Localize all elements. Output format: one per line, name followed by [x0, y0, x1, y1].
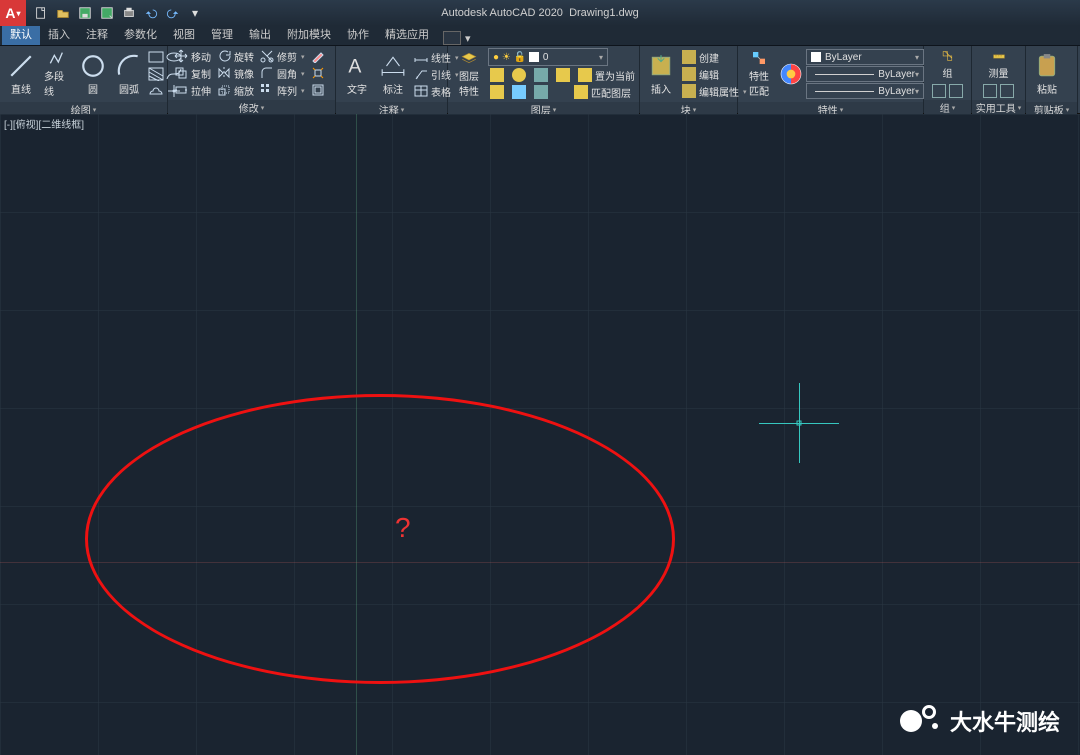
- tab-collab[interactable]: 协作: [339, 23, 377, 45]
- qat-new-icon[interactable]: [32, 4, 50, 22]
- linetype-dropdown[interactable]: ByLayer: [806, 83, 924, 99]
- match-layer-button[interactable]: 匹配图层: [572, 84, 633, 100]
- color-dropdown[interactable]: ByLayer: [806, 49, 924, 65]
- panel-block: 插入 创建 编辑 编辑属性 块: [640, 46, 738, 113]
- panel-utilities: 测量 实用工具: [972, 46, 1026, 113]
- ribbon-tabs: 默认 插入 注释 参数化 视图 管理 输出 附加模块 协作 精选应用 ▾: [0, 26, 1080, 46]
- arc-button[interactable]: 圆弧: [112, 48, 146, 100]
- qat-more-icon[interactable]: ▾: [186, 4, 204, 22]
- tab-annotate[interactable]: 注释: [78, 23, 116, 45]
- tab-insert[interactable]: 插入: [40, 23, 78, 45]
- title-bar: A ▾ Autodesk AutoCAD 2020 Drawing1.dwg: [0, 0, 1080, 26]
- panel-draw: 直线 多段线 圆 圆弧 绘图: [0, 46, 168, 113]
- qat-undo-icon[interactable]: [142, 4, 160, 22]
- select-icon[interactable]: [1000, 84, 1014, 98]
- text-button[interactable]: A文字: [340, 48, 374, 100]
- offset-icon[interactable]: [309, 82, 327, 98]
- qat-saveas-icon[interactable]: [98, 4, 116, 22]
- measure-button[interactable]: 测量: [982, 48, 1016, 82]
- explode-icon[interactable]: [309, 65, 327, 81]
- watermark: 大水牛测绘: [900, 705, 1060, 737]
- scale-button[interactable]: 缩放: [215, 82, 256, 98]
- color-wheel-icon[interactable]: [778, 48, 804, 100]
- qat-save-icon[interactable]: [76, 4, 94, 22]
- array-button[interactable]: 阵列: [258, 82, 307, 98]
- polyline-button[interactable]: 多段线: [40, 48, 74, 100]
- lineweight-dropdown[interactable]: ByLayer: [806, 66, 924, 82]
- viewport-label[interactable]: [-][俯视][二维线框]: [4, 116, 84, 131]
- qat-plot-icon[interactable]: [120, 4, 138, 22]
- rectangle-icon[interactable]: [148, 50, 164, 64]
- tab-extra-controls[interactable]: ▾: [437, 31, 477, 45]
- annotation-question-mark: ?: [395, 512, 411, 544]
- layer-iso-icon[interactable]: [488, 67, 506, 83]
- drawing-canvas[interactable]: [-][俯视][二维线框] ? 大水牛测绘: [0, 114, 1080, 755]
- erase-icon[interactable]: [309, 48, 327, 64]
- panel-modify: 移动 旋转 修剪 复制 镜像 圆角 拉伸 缩放 阵列 修改: [168, 46, 336, 113]
- watermark-text: 大水牛测绘: [950, 705, 1060, 737]
- rotate-button[interactable]: 旋转: [215, 48, 256, 64]
- panel-annotation: A文字 标注 线性 引线 表格 注释: [336, 46, 448, 113]
- panel-modify-title[interactable]: 修改: [168, 100, 335, 114]
- crosshair-cursor: [759, 383, 839, 463]
- mirror-button[interactable]: 镜像: [215, 65, 256, 81]
- copy-button[interactable]: 复制: [172, 65, 213, 81]
- ungroup-icon[interactable]: [949, 84, 963, 98]
- layer-state-icon[interactable]: [488, 84, 506, 100]
- svg-text:A: A: [348, 55, 361, 77]
- panel-group: 组 组: [924, 46, 972, 113]
- layer-lock-icon[interactable]: [532, 67, 550, 83]
- panel-layers: 图层 特性 ● ☀ 🔓 0 置为当前 匹配图层: [448, 46, 640, 113]
- tab-addins[interactable]: 附加模块: [279, 23, 339, 45]
- layer-off-icon[interactable]: [510, 67, 528, 83]
- panel-clipboard: 粘贴 剪贴板: [1026, 46, 1078, 113]
- draw-small-col1: [148, 50, 164, 98]
- panel-utilities-title[interactable]: 实用工具: [972, 100, 1025, 114]
- qat-redo-icon[interactable]: [164, 4, 182, 22]
- layout-toggle-icon[interactable]: [443, 31, 461, 45]
- layer-dropdown[interactable]: ● ☀ 🔓 0: [488, 48, 608, 66]
- tab-view[interactable]: 视图: [165, 23, 203, 45]
- quick-access-toolbar: ▾: [28, 4, 208, 22]
- annotation-ellipse: [85, 394, 675, 684]
- make-current-button[interactable]: 置为当前: [576, 67, 637, 83]
- insert-block-button[interactable]: 插入: [644, 48, 678, 100]
- match-properties-button[interactable]: 特性 匹配: [742, 48, 776, 100]
- layer-match-icon[interactable]: [554, 67, 572, 83]
- revcloud-icon[interactable]: [148, 84, 164, 98]
- panel-properties: 特性 匹配 ByLayer ByLayer ByLayer 特性: [738, 46, 924, 113]
- tab-featured[interactable]: 精选应用: [377, 23, 437, 45]
- move-button[interactable]: 移动: [172, 48, 213, 64]
- window-title: Autodesk AutoCAD 2020 Drawing1.dwg: [441, 7, 639, 19]
- calculator-icon[interactable]: [983, 84, 997, 98]
- trim-button[interactable]: 修剪: [258, 48, 307, 64]
- qat-open-icon[interactable]: [54, 4, 72, 22]
- fillet-button[interactable]: 圆角: [258, 65, 307, 81]
- tab-output[interactable]: 输出: [241, 23, 279, 45]
- hatch-icon[interactable]: [148, 67, 164, 81]
- group-edit-icon[interactable]: [932, 84, 946, 98]
- tab-parametric[interactable]: 参数化: [116, 23, 165, 45]
- tab-manage[interactable]: 管理: [203, 23, 241, 45]
- circle-button[interactable]: 圆: [76, 48, 110, 100]
- tab-default[interactable]: 默认: [2, 23, 40, 45]
- layer-properties-button[interactable]: 图层 特性: [452, 48, 486, 100]
- layer-unlock-icon[interactable]: [532, 84, 550, 100]
- ribbon: 直线 多段线 圆 圆弧 绘图 移动 旋转 修剪: [0, 46, 1080, 114]
- line-button[interactable]: 直线: [4, 48, 38, 100]
- app-menu-button[interactable]: A: [0, 0, 26, 26]
- layer-freeze-icon[interactable]: [510, 84, 528, 100]
- group-button[interactable]: 组: [931, 48, 965, 82]
- stretch-button[interactable]: 拉伸: [172, 82, 213, 98]
- paste-button[interactable]: 粘贴: [1030, 48, 1064, 100]
- wechat-icon: [900, 705, 940, 737]
- panel-group-title[interactable]: 组: [924, 100, 971, 114]
- dimension-button[interactable]: 标注: [376, 48, 410, 100]
